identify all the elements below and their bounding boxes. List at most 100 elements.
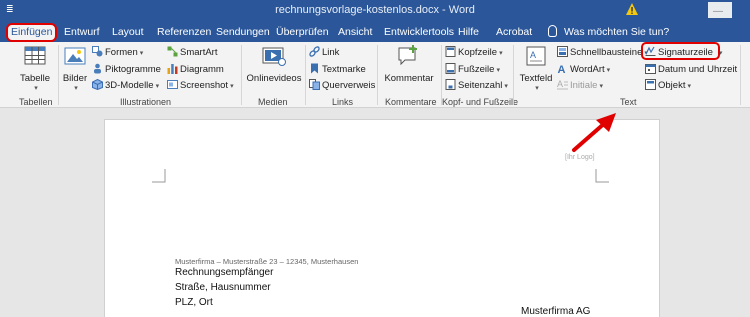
- tab-ansicht[interactable]: Ansicht: [338, 24, 372, 41]
- formen-button[interactable]: Formen ▾: [92, 46, 143, 60]
- 3d-modelle-button[interactable]: 3D-Modelle ▾: [92, 79, 159, 93]
- piktogramme-button[interactable]: Piktogramme: [92, 63, 161, 77]
- group-separator: [441, 45, 442, 105]
- smartart-icon: [167, 46, 178, 57]
- objekt-dropdown-icon: ▾: [687, 83, 691, 90]
- onlinevideos-label: Onlinevideos: [246, 73, 302, 84]
- picture-icon: [64, 47, 86, 65]
- group-kopf-fusszeile-label: Kopf- und Fußzeile: [442, 97, 519, 107]
- tab-layout[interactable]: Layout: [112, 24, 144, 41]
- tabelle-label: Tabelle: [19, 73, 51, 84]
- bookmark-icon: [311, 63, 318, 74]
- initiale-button[interactable]: A Initiale ▾: [557, 79, 603, 93]
- kopfzeile-label: Kopfzeile: [458, 47, 498, 58]
- tabelle-dropdown-icon: ▾: [34, 85, 38, 92]
- seitenzahl-dropdown-icon: ▾: [504, 83, 508, 90]
- textmarke-button[interactable]: Textmarke: [309, 63, 366, 77]
- textfeld-button[interactable]: A Textfeld ▾: [518, 45, 554, 92]
- diagramm-button[interactable]: Diagramm: [167, 63, 224, 77]
- calendar-icon: [645, 64, 656, 74]
- object-icon: [645, 79, 656, 90]
- querverweis-button[interactable]: Querverweis: [309, 79, 375, 93]
- kommentar-label: Kommentar: [384, 73, 434, 84]
- chart-icon: [167, 64, 178, 74]
- tabelle-button[interactable]: Tabelle ▾: [18, 45, 52, 92]
- textfeld-dropdown-icon: ▾: [535, 85, 539, 92]
- group-kommentare-label: Kommentare: [385, 97, 437, 107]
- sender-line: Musterfirma – Musterstraße 23 – 12345, M…: [175, 257, 359, 266]
- bilder-button[interactable]: Bilder ▾: [62, 45, 88, 92]
- company-name: Musterfirma AG: [521, 306, 591, 317]
- link-button[interactable]: Link: [309, 46, 339, 60]
- warning-icon[interactable]: [625, 2, 639, 16]
- bilder-dropdown-icon: ▾: [74, 85, 78, 92]
- 3d-modelle-dropdown-icon: ▾: [155, 83, 160, 90]
- lightbulb-icon: [548, 25, 557, 37]
- group-medien-label: Medien: [258, 97, 288, 107]
- tab-entwurf[interactable]: Entwurf: [64, 24, 100, 41]
- fusszeile-label: Fußzeile: [458, 64, 495, 75]
- page-number-icon: [445, 79, 456, 90]
- recipient-street: Straße, Hausnummer: [175, 282, 271, 293]
- onlinevideos-button[interactable]: Onlinevideos: [245, 45, 303, 84]
- kopfzeile-button[interactable]: Kopfzeile ▾: [445, 46, 503, 60]
- minimize-button[interactable]: —: [708, 2, 732, 18]
- drop-cap-icon: A: [557, 79, 568, 90]
- recipient-city: PLZ, Ort: [175, 297, 213, 308]
- link-icon: [309, 46, 320, 57]
- cross-reference-icon: [309, 79, 320, 90]
- fusszeile-button[interactable]: Fußzeile ▾: [445, 63, 500, 77]
- icons-icon: [94, 63, 101, 74]
- screenshot-label: Screenshot: [180, 80, 229, 91]
- kommentar-button[interactable]: Kommentar: [381, 45, 437, 84]
- tab-referenzen[interactable]: Referenzen: [157, 24, 211, 41]
- kopfzeile-dropdown-icon: ▾: [499, 50, 503, 57]
- schnellbausteine-button[interactable]: Schnellbausteine ▾: [557, 46, 648, 60]
- tell-me-label: Was möchten Sie tun?: [564, 26, 670, 38]
- red-arrow-annotation: [572, 113, 616, 152]
- smartart-button[interactable]: SmartArt: [167, 46, 217, 60]
- group-illustrationen-label: Illustrationen: [120, 97, 172, 107]
- querverweis-label: Querverweis: [322, 80, 376, 91]
- piktogramme-label: Piktogramme: [105, 64, 161, 75]
- seitenzahl-button[interactable]: Seitenzahl ▾: [445, 79, 508, 93]
- title-bar: ≣ rechnungsvorlage-kostenlos.docx - Word…: [0, 0, 750, 22]
- formen-label: Formen: [105, 47, 138, 58]
- formen-dropdown-icon: ▾: [139, 50, 144, 57]
- tab-einfuegen[interactable]: Einfügen: [6, 23, 58, 42]
- comment-icon: [398, 45, 417, 66]
- diagramm-label: Diagramm: [180, 64, 224, 75]
- tab-entwicklertools[interactable]: Entwicklertools: [384, 24, 454, 41]
- wordart-dropdown-icon: ▾: [606, 67, 611, 74]
- schnellbausteine-label: Schnellbausteine: [570, 47, 643, 58]
- textbox-icon: A: [526, 46, 546, 66]
- tab-hilfe[interactable]: Hilfe: [458, 24, 479, 41]
- svg-text:A: A: [557, 79, 563, 89]
- group-separator: [305, 45, 306, 105]
- bilder-label: Bilder: [62, 73, 88, 84]
- margin-corner-mark: [595, 169, 609, 183]
- signaturzeile-highlight-box: [641, 42, 720, 60]
- svg-text:A: A: [530, 50, 536, 60]
- tell-me-search[interactable]: Was möchten Sie tun?: [548, 24, 669, 41]
- initiale-dropdown-icon: ▾: [599, 83, 603, 90]
- datum-uhrzeit-label: Datum und Uhrzeit: [658, 64, 738, 75]
- group-tabellen-label: Tabellen: [19, 97, 53, 107]
- table-icon: [24, 46, 46, 65]
- screenshot-button[interactable]: Screenshot ▾: [167, 79, 234, 93]
- group-separator: [377, 45, 378, 105]
- document-canvas: [Ihr Logo] Musterfirma – Musterstraße 23…: [0, 108, 750, 317]
- initiale-label: Initiale: [570, 80, 598, 91]
- datum-uhrzeit-button[interactable]: Datum und Uhrzeit: [645, 63, 737, 77]
- margin-corner-mark: [152, 169, 166, 183]
- logo-placeholder: [Ihr Logo]: [565, 154, 595, 161]
- tab-acrobat[interactable]: Acrobat: [496, 24, 532, 41]
- wordart-button[interactable]: A WordArt ▾: [557, 63, 611, 77]
- tab-sendungen[interactable]: Sendungen: [216, 24, 270, 41]
- link-label: Link: [322, 47, 340, 58]
- tab-ueberpruefen[interactable]: Überprüfen: [276, 24, 329, 41]
- objekt-button[interactable]: Objekt ▾: [645, 79, 691, 93]
- footer-icon: [445, 63, 456, 74]
- 3d-modelle-label: 3D-Modelle: [105, 80, 154, 91]
- screenshot-icon: [167, 80, 178, 89]
